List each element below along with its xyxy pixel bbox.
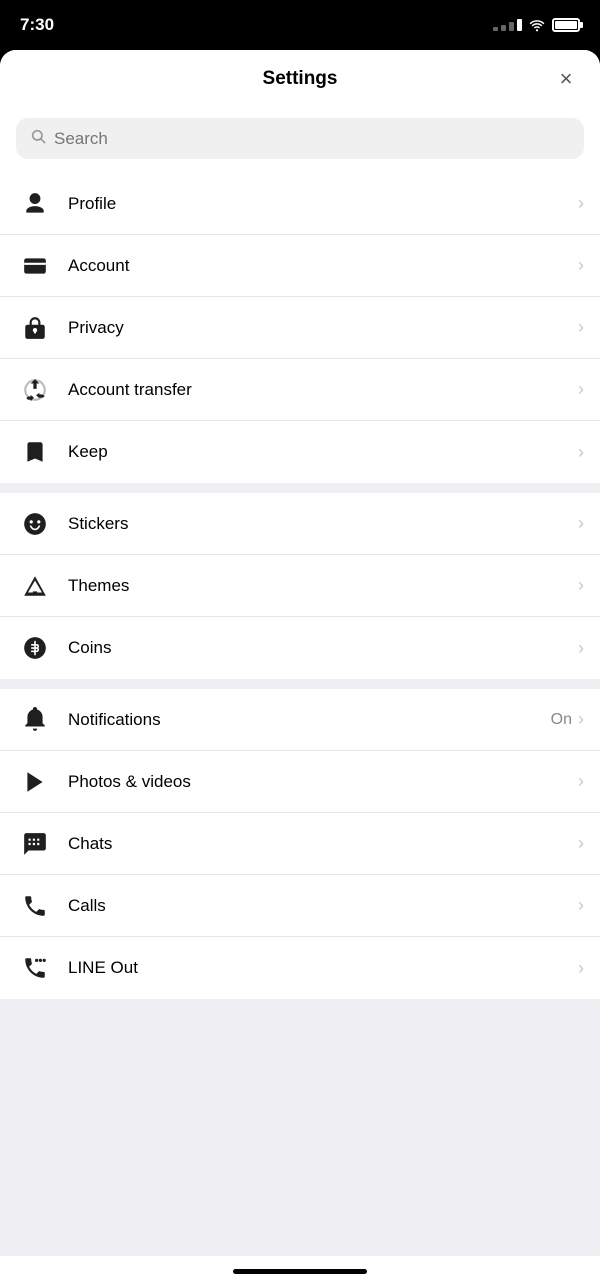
line-out-label: LINE Out: [68, 958, 578, 978]
settings-item-line-out[interactable]: LINE Out ›: [0, 937, 600, 999]
account-icon: [16, 247, 54, 285]
keep-icon: [16, 433, 54, 471]
settings-sheet: Settings × Profile ›: [0, 50, 600, 1286]
settings-item-coins[interactable]: Coins ›: [0, 617, 600, 679]
settings-item-profile[interactable]: Profile ›: [0, 173, 600, 235]
line-out-chevron: ›: [578, 958, 584, 979]
wifi-icon: [528, 18, 546, 32]
notifications-label: Notifications: [68, 710, 551, 730]
photos-videos-label: Photos & videos: [68, 772, 578, 792]
settings-item-account-transfer[interactable]: Account transfer ›: [0, 359, 600, 421]
search-container: [0, 108, 600, 173]
account-label: Account: [68, 256, 578, 276]
themes-label: Themes: [68, 576, 578, 596]
status-icons: [493, 18, 580, 32]
status-time: 7:30: [20, 15, 54, 35]
coins-label: Coins: [68, 638, 578, 658]
account-transfer-icon: [16, 371, 54, 409]
privacy-chevron: ›: [578, 317, 584, 338]
stickers-chevron: ›: [578, 513, 584, 534]
battery-icon: [552, 18, 580, 32]
stickers-icon: [16, 505, 54, 543]
settings-item-stickers[interactable]: Stickers ›: [0, 493, 600, 555]
privacy-label: Privacy: [68, 318, 578, 338]
chats-chevron: ›: [578, 833, 584, 854]
notifications-icon: [16, 701, 54, 739]
notifications-chevron: ›: [578, 709, 584, 730]
settings-item-themes[interactable]: Themes ›: [0, 555, 600, 617]
calls-label: Calls: [68, 896, 578, 916]
calls-icon: [16, 887, 54, 925]
calls-chevron: ›: [578, 895, 584, 916]
sheet-header: Settings ×: [0, 50, 600, 108]
account-transfer-label: Account transfer: [68, 380, 578, 400]
account-transfer-chevron: ›: [578, 379, 584, 400]
settings-item-account[interactable]: Account ›: [0, 235, 600, 297]
chats-label: Chats: [68, 834, 578, 854]
settings-group-2: Stickers › Themes › Coins ›: [0, 493, 600, 679]
search-input[interactable]: [54, 129, 570, 149]
settings-item-calls[interactable]: Calls ›: [0, 875, 600, 937]
settings-list: Profile › Account › Privacy ›: [0, 173, 600, 1256]
profile-label: Profile: [68, 194, 578, 214]
chats-icon: [16, 825, 54, 863]
settings-item-photos-videos[interactable]: Photos & videos ›: [0, 751, 600, 813]
coins-chevron: ›: [578, 638, 584, 659]
keep-label: Keep: [68, 442, 578, 462]
search-icon: [30, 128, 46, 149]
settings-item-privacy[interactable]: Privacy ›: [0, 297, 600, 359]
notifications-value: On: [551, 711, 572, 729]
home-indicator: [0, 1256, 600, 1286]
close-button[interactable]: ×: [552, 65, 580, 93]
themes-icon: [16, 567, 54, 605]
account-chevron: ›: [578, 255, 584, 276]
settings-item-notifications[interactable]: Notifications On ›: [0, 689, 600, 751]
signal-icon: [493, 19, 522, 31]
privacy-icon: [16, 309, 54, 347]
profile-chevron: ›: [578, 193, 584, 214]
settings-item-chats[interactable]: Chats ›: [0, 813, 600, 875]
line-out-icon: [16, 949, 54, 987]
photos-icon: [16, 763, 54, 801]
stickers-label: Stickers: [68, 514, 578, 534]
profile-icon: [16, 185, 54, 223]
photos-videos-chevron: ›: [578, 771, 584, 792]
coins-icon: [16, 629, 54, 667]
home-bar: [233, 1269, 367, 1274]
page-title: Settings: [263, 68, 338, 90]
status-bar: 7:30: [0, 0, 600, 50]
themes-chevron: ›: [578, 575, 584, 596]
keep-chevron: ›: [578, 442, 584, 463]
settings-group-3: Notifications On › Photos & videos › Cha…: [0, 689, 600, 999]
settings-item-keep[interactable]: Keep ›: [0, 421, 600, 483]
search-wrapper[interactable]: [16, 118, 584, 159]
settings-group-1: Profile › Account › Privacy ›: [0, 173, 600, 483]
